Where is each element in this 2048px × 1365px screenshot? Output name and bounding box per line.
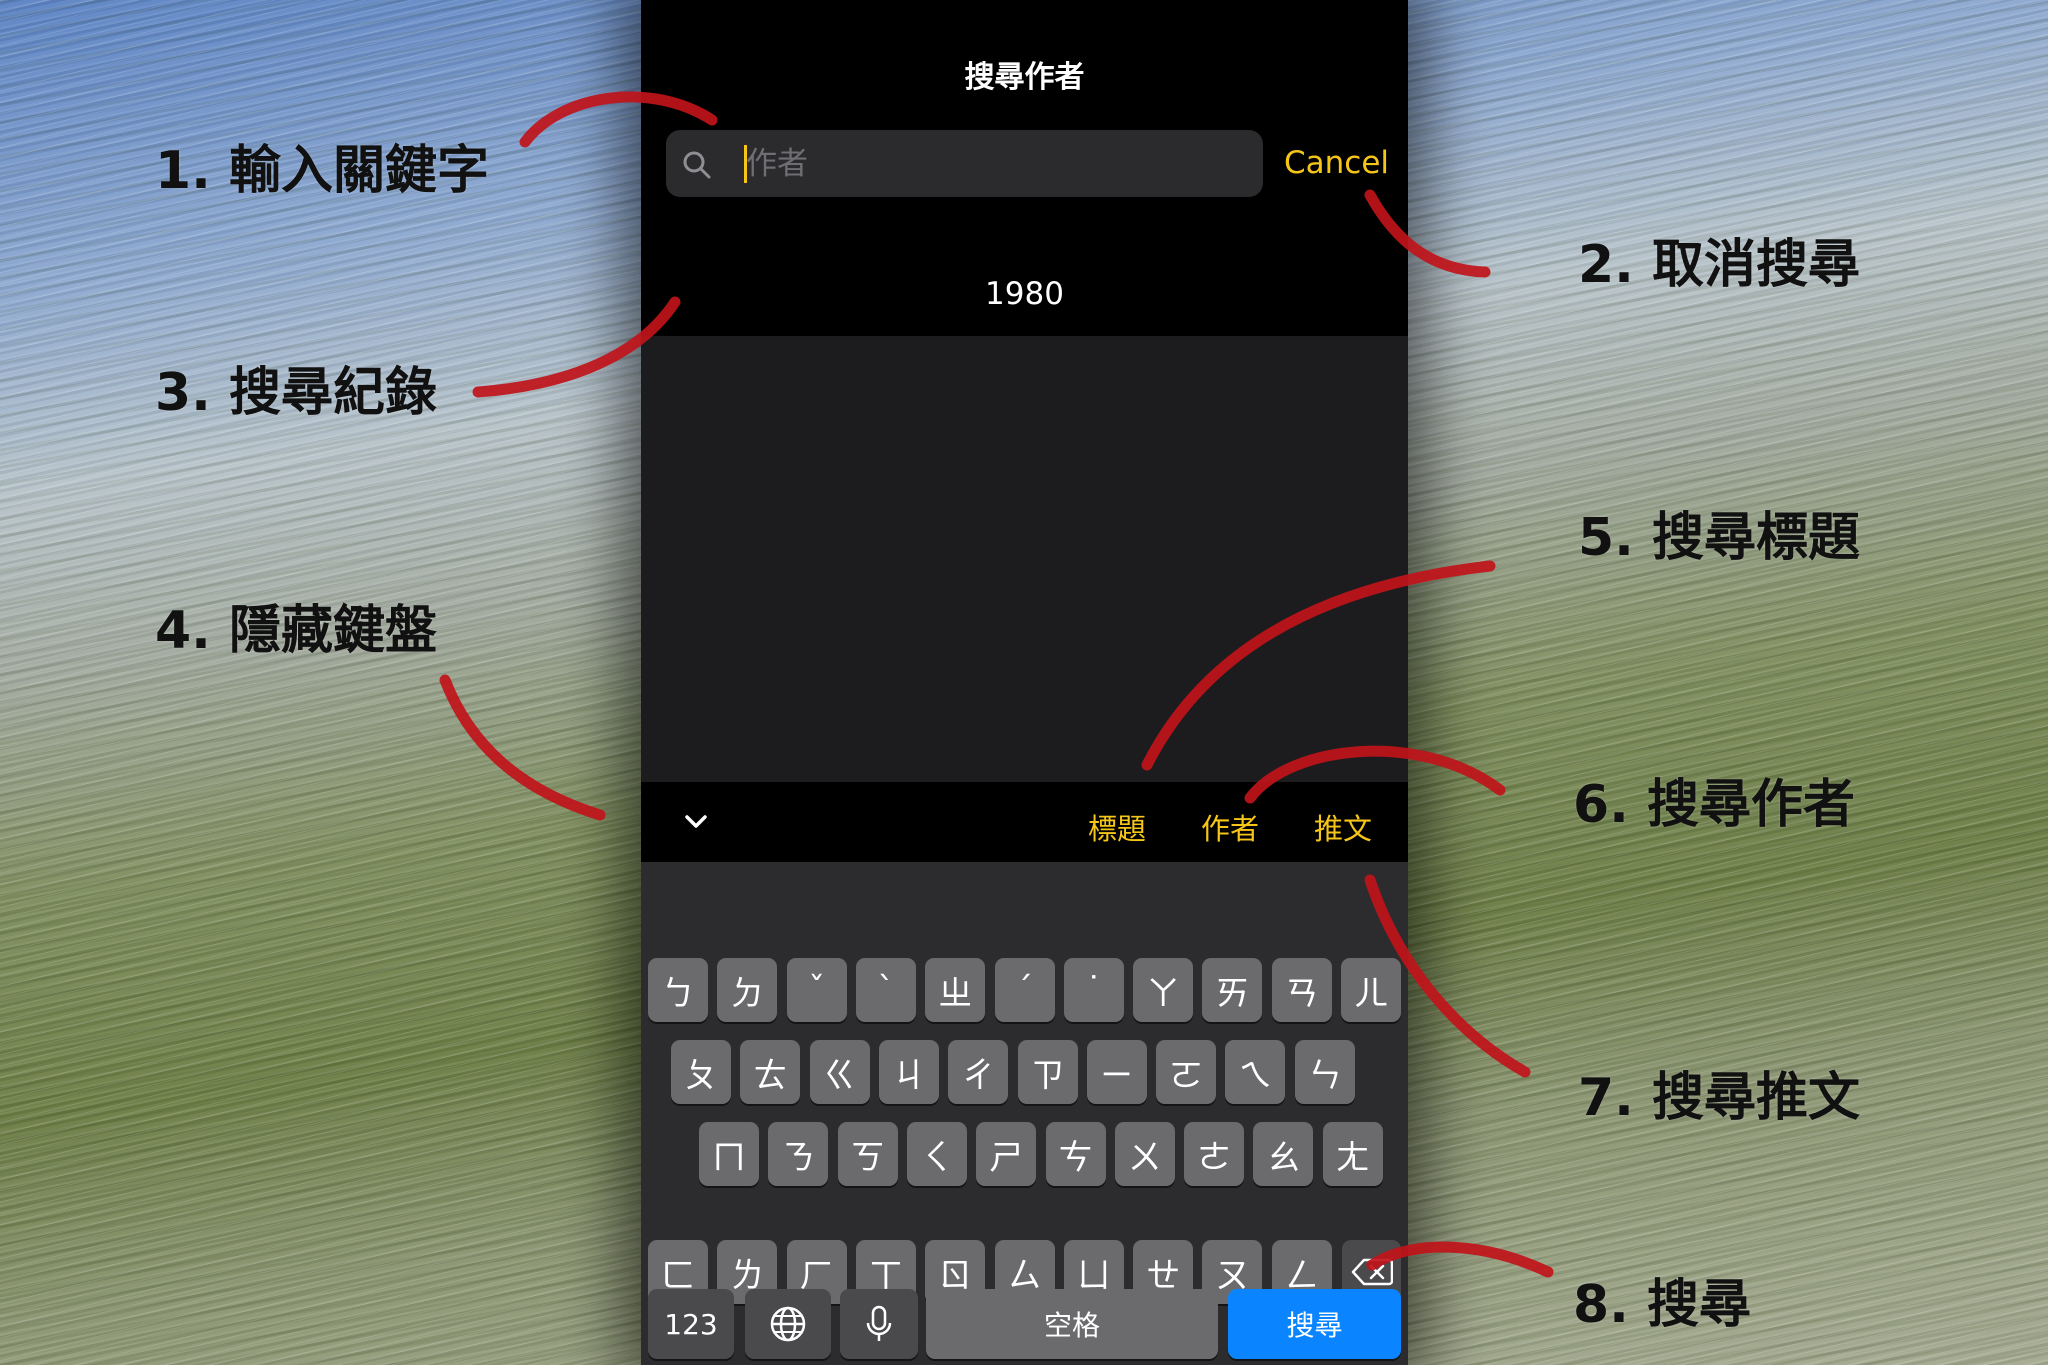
key-1-4[interactable]: ˋ <box>855 958 916 1022</box>
key-3-4[interactable]: ㄑ <box>906 1122 967 1186</box>
key-2-9[interactable]: ㄟ <box>1225 1040 1286 1104</box>
key-2-7[interactable]: ㄧ <box>1086 1040 1147 1104</box>
key-2-6[interactable]: ㄗ <box>1017 1040 1078 1104</box>
key-3-2[interactable]: ㄋ <box>768 1122 829 1186</box>
phone-screen: 搜尋作者 Cancel 1980 標題 作者 推文 ㄅㄉˇˋㄓˊ˙ㄚㄞㄢㄦ ㄆㄊ… <box>641 0 1408 1365</box>
key-3-7[interactable]: ㄨ <box>1114 1122 1175 1186</box>
key-1-10[interactable]: ㄢ <box>1271 958 1332 1022</box>
key-1-2[interactable]: ㄉ <box>717 958 778 1022</box>
annotation-7: 7. 搜尋推文 <box>1578 1068 1860 1128</box>
key-1-5[interactable]: ㄓ <box>925 958 986 1022</box>
arrow-4 <box>439 674 606 821</box>
annotation-8: 8. 搜尋 <box>1573 1275 1751 1335</box>
scope-title-button[interactable]: 標題 <box>1088 806 1146 848</box>
key-1-11[interactable]: ㄦ <box>1341 958 1401 1022</box>
key-2-8[interactable]: ㄛ <box>1156 1040 1217 1104</box>
scope-author-button[interactable]: 作者 <box>1201 806 1259 848</box>
key-1-8[interactable]: ㄚ <box>1133 958 1194 1022</box>
annotation-6: 6. 搜尋作者 <box>1573 775 1855 835</box>
chevron-down-icon[interactable] <box>681 806 711 836</box>
key-1-6[interactable]: ˊ <box>994 958 1055 1022</box>
search-header: 搜尋作者 Cancel 1980 <box>641 0 1408 336</box>
key-2-1[interactable]: ㄆ <box>671 1040 731 1104</box>
globe-icon <box>770 1306 806 1342</box>
annotation-2: 2. 取消搜尋 <box>1578 235 1860 295</box>
space-key[interactable]: 空格 <box>926 1289 1218 1359</box>
zhuyin-keyboard: ㄅㄉ ˇ ˋ ㄓ ˊ ˙ ㄚㄞㄢㄦ ㄆㄊㄍㄐㄔㄗㄧㄛㄟㄣ ㄇㄋㄎㄑㄕㄘㄨㄜㄠㄤ ㄈㄌㄏㄒㄖㄙ… <box>641 862 1408 1365</box>
search-history-item[interactable]: 1980 <box>641 276 1408 312</box>
key-3-8[interactable]: ㄜ <box>1184 1122 1245 1186</box>
key-2-3[interactable]: ㄍ <box>809 1040 870 1104</box>
page-title: 搜尋作者 <box>964 60 1085 95</box>
key-1-9[interactable]: ㄞ <box>1202 958 1263 1022</box>
key-3-3[interactable]: ㄎ <box>837 1122 898 1186</box>
annotation-3: 3. 搜尋紀錄 <box>155 363 437 423</box>
key-2-5[interactable]: ㄔ <box>948 1040 1009 1104</box>
search-icon <box>683 151 711 179</box>
key-3-10[interactable]: ㄤ <box>1322 1122 1383 1186</box>
key-3-5[interactable]: ㄕ <box>976 1122 1037 1186</box>
scope-bar: 標題 作者 推文 <box>641 782 1408 862</box>
search-field[interactable] <box>666 130 1263 197</box>
key-2-4[interactable]: ㄐ <box>878 1040 939 1104</box>
key-1-1[interactable]: ㄅ <box>648 958 708 1022</box>
numbers-key[interactable]: 123 <box>648 1289 734 1359</box>
key-3-6[interactable]: ㄘ <box>1045 1122 1106 1186</box>
annotation-5: 5. 搜尋標題 <box>1578 508 1860 568</box>
search-input[interactable] <box>746 139 1226 189</box>
key-3-9[interactable]: ㄠ <box>1253 1122 1314 1186</box>
key-1-3[interactable]: ˇ <box>786 958 847 1022</box>
key-2-2[interactable]: ㄊ <box>740 1040 801 1104</box>
annotation-1: 1. 輸入關鍵字 <box>155 141 489 201</box>
globe-key[interactable] <box>745 1289 831 1359</box>
key-3-1[interactable]: ㄇ <box>699 1122 759 1186</box>
cancel-button[interactable]: Cancel <box>1284 145 1389 181</box>
search-key[interactable]: 搜尋 <box>1228 1289 1401 1359</box>
key-2-10[interactable]: ㄣ <box>1294 1040 1355 1104</box>
scope-post-button[interactable]: 推文 <box>1314 806 1372 848</box>
key-1-7[interactable]: ˙ <box>1063 958 1124 1022</box>
annotation-4: 4. 隱藏鍵盤 <box>155 601 437 661</box>
microphone-icon <box>866 1305 892 1341</box>
microphone-key[interactable] <box>840 1289 918 1359</box>
delete-backspace-icon <box>1351 1258 1393 1286</box>
